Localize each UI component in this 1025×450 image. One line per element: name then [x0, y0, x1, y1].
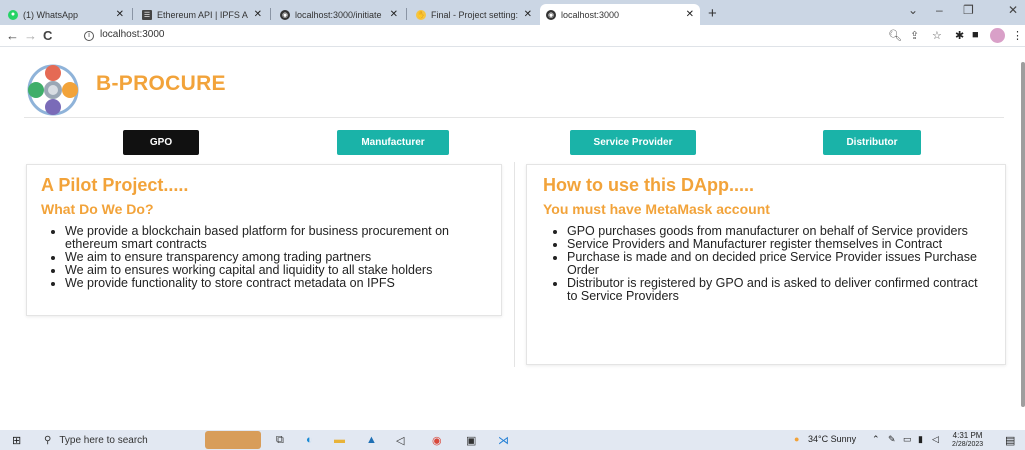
browser-toolbar: ← → C i localhost:3000 🔍︎ ⇪ ☆ ✱ ■ ⋮ [0, 25, 1025, 47]
taskbar-search-placeholder: Type here to search [59, 434, 148, 446]
speaker-app-icon[interactable]: ◁ [396, 434, 404, 447]
howto-card: How to use this DApp..... You must have … [526, 164, 1006, 365]
clock[interactable]: 4:31 PM 2/28/2023 [952, 431, 983, 449]
list-item: Distributor is registered by GPO and is … [567, 277, 991, 303]
share-icon[interactable]: ⇪ [910, 29, 919, 42]
close-tab-icon[interactable]: ✕ [116, 9, 124, 20]
volume-icon[interactable]: ◁ [932, 434, 939, 445]
restore-icon[interactable]: ❐ [963, 3, 974, 17]
notification-icon[interactable]: ▤ [1005, 434, 1015, 447]
service-provider-button[interactable]: Service Provider [570, 130, 696, 155]
brand-title: B-PROCURE [96, 72, 226, 95]
tab-ethereum-api[interactable]: ☰ Ethereum API | IPFS A ✕ [136, 4, 268, 25]
site-info-icon[interactable]: i [84, 31, 94, 41]
weather-text[interactable]: 34°C Sunny [808, 434, 856, 444]
gpo-button[interactable]: GPO [123, 130, 199, 155]
list-item: Purchase is made and on decided price Se… [567, 251, 991, 277]
header-divider [24, 117, 1004, 118]
tab-title: Final - Project setting: [431, 9, 519, 20]
forward-icon[interactable]: → [24, 28, 37, 43]
tray-chevron-icon[interactable]: ⌃ [872, 434, 880, 445]
terminal-icon[interactable]: ▣ [466, 434, 476, 447]
clock-time: 4:31 PM [952, 431, 983, 440]
grid-icon: ☰ [142, 9, 152, 20]
sidebar-icon[interactable]: ■ [972, 29, 979, 41]
weather-icon: ● [794, 434, 800, 444]
reload-icon[interactable]: C [43, 28, 52, 43]
profile-avatar[interactable] [990, 28, 1005, 43]
tab-title: localhost:3000/initiate [295, 9, 382, 20]
back-icon[interactable]: ← [6, 28, 19, 43]
whatsapp-icon: ● [8, 9, 18, 20]
tab-title: Ethereum API | IPFS A [157, 9, 248, 20]
column-divider [514, 162, 515, 367]
menu-icon[interactable]: ⋮ [1012, 29, 1023, 42]
display-icon[interactable]: ▭ [903, 434, 912, 445]
howto-title: How to use this DApp..... [543, 175, 754, 195]
close-tab-icon[interactable]: ✕ [390, 9, 398, 20]
tab-title: (1) WhatsApp [23, 9, 79, 20]
close-tab-icon[interactable]: ✕ [686, 9, 694, 20]
edge-browser-icon[interactable]: ◐ [306, 434, 313, 446]
clock-date: 2/28/2023 [952, 441, 984, 448]
tab-localhost-active[interactable]: ◉ localhost:3000 ✕ [540, 4, 700, 25]
minimize-icon[interactable]: – [936, 3, 943, 17]
globe-icon: ◉ [280, 9, 290, 20]
about-list: We provide a blockchain based platform f… [49, 225, 489, 290]
howto-list: GPO purchases goods from manufacturer on… [551, 225, 991, 303]
globe-icon: ◉ [546, 9, 556, 20]
news-widget-icon[interactable] [205, 431, 261, 449]
page-content: B-PROCURE GPO Manufacturer Service Provi… [0, 47, 1025, 430]
chrome-icon[interactable]: ◉ [432, 434, 442, 447]
distributor-button[interactable]: Distributor [823, 130, 921, 155]
search-zoom-icon[interactable]: 🔍︎ [888, 29, 902, 42]
tab-title: localhost:3000 [561, 9, 620, 20]
close-tab-icon[interactable]: ✕ [524, 9, 532, 20]
windows-taskbar: ⊞ ⚲ Type here to search ⧉ ◐ ▬ ▲ ◁ ◉ ▣ ⋊ … [0, 430, 1025, 450]
tab-whatsapp[interactable]: ● (1) WhatsApp ✕ [2, 4, 130, 25]
vscode-icon[interactable]: ⋊ [498, 434, 509, 447]
star-icon[interactable]: ☆ [932, 29, 942, 42]
task-view-icon[interactable]: ⧉ [276, 434, 284, 447]
file-explorer-icon[interactable]: ▬ [334, 434, 345, 446]
extensions-icon[interactable]: ✱ [955, 29, 964, 42]
howto-subtitle: You must have MetaMask account [543, 201, 770, 217]
browser-tab-bar: ● (1) WhatsApp ✕ ☰ Ethereum API | IPFS A… [0, 0, 1025, 25]
pen-icon[interactable]: ✎ [888, 434, 896, 445]
windows-start-icon[interactable]: ⊞ [12, 434, 21, 447]
tab-search-icon[interactable]: ⌄ [908, 3, 918, 17]
url-text: localhost:3000 [100, 29, 165, 40]
tab-localhost-initiate[interactable]: ◉ localhost:3000/initiate ✕ [274, 4, 404, 25]
new-tab-button[interactable]: + [708, 5, 717, 22]
list-item: We provide a blockchain based platform f… [65, 225, 489, 251]
b-procure-logo-icon [27, 64, 79, 116]
about-subtitle: What Do We Do? [41, 201, 154, 217]
about-card: A Pilot Project..... What Do We Do? We p… [26, 164, 502, 316]
address-bar[interactable]: i localhost:3000 [84, 29, 165, 41]
hand-icon: ✋ [416, 9, 426, 20]
page-scrollbar[interactable] [1021, 62, 1025, 407]
list-item: We provide functionality to store contra… [65, 277, 489, 290]
manufacturer-button[interactable]: Manufacturer [337, 130, 449, 155]
search-icon: ⚲ [44, 434, 52, 446]
close-window-icon[interactable]: ✕ [1008, 3, 1018, 17]
tab-project-settings[interactable]: ✋ Final - Project setting: ✕ [410, 4, 538, 25]
store-icon[interactable]: ▲ [366, 434, 377, 446]
battery-icon[interactable]: ▮ [918, 434, 923, 445]
about-title: A Pilot Project..... [41, 175, 189, 195]
close-tab-icon[interactable]: ✕ [254, 9, 262, 20]
